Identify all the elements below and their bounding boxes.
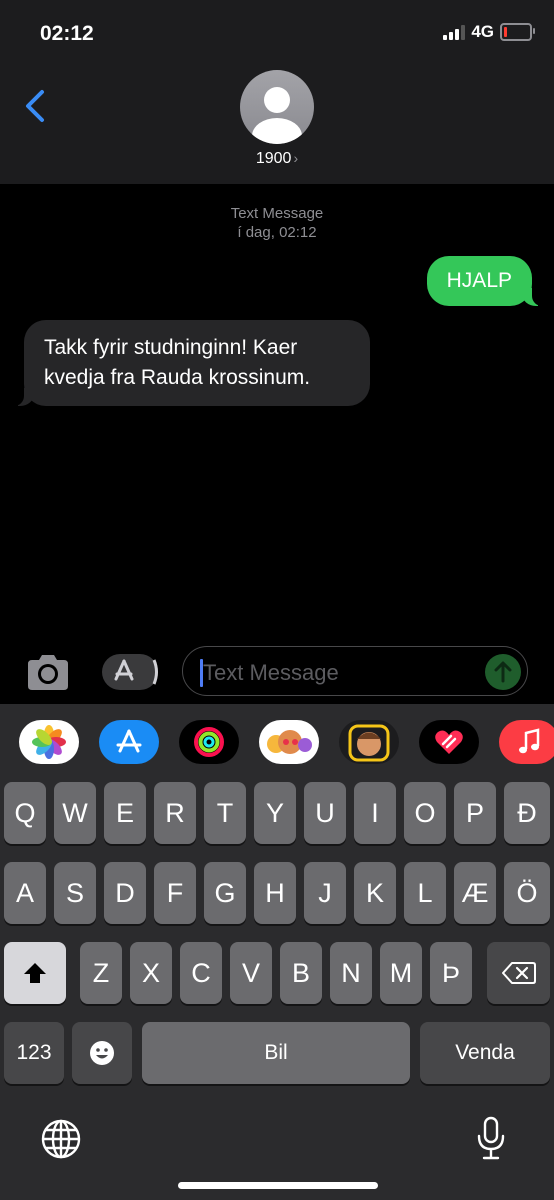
dictation-button[interactable]: [476, 1116, 506, 1162]
contact-name-button[interactable]: 1900 ›: [0, 150, 554, 168]
person-silhouette-icon: [252, 87, 302, 144]
message-input[interactable]: Text Message: [182, 646, 528, 696]
delete-key[interactable]: [487, 942, 550, 1004]
key-c[interactable]: C: [180, 942, 222, 1004]
key-p[interactable]: P: [454, 782, 496, 844]
key-m[interactable]: M: [380, 942, 422, 1004]
shift-key[interactable]: [4, 942, 66, 1004]
send-button[interactable]: [485, 654, 521, 690]
key-t[interactable]: T: [204, 782, 246, 844]
app-store-icon[interactable]: [99, 720, 159, 764]
space-key[interactable]: Bil: [142, 1022, 410, 1084]
key-o[interactable]: O: [404, 782, 446, 844]
arrow-up-icon: [494, 661, 512, 683]
app-drawer-button[interactable]: [102, 654, 158, 690]
message-input-placeholder: Text Message: [203, 660, 339, 685]
digital-touch-icon[interactable]: [419, 720, 479, 764]
camera-button[interactable]: [24, 652, 72, 692]
return-key[interactable]: Venda: [420, 1022, 550, 1084]
home-indicator: [178, 1182, 378, 1189]
battery-icon: [500, 23, 535, 41]
outgoing-message-bubble[interactable]: HJALP: [426, 256, 547, 306]
memoji-icon[interactable]: [339, 720, 399, 764]
key-l[interactable]: L: [404, 862, 446, 924]
key-r[interactable]: R: [154, 782, 196, 844]
animoji-stickers-icon[interactable]: [259, 720, 319, 764]
camera-icon: [28, 655, 68, 690]
messages-screen: 02:12 4G 1900 › Text Message í dag, 02:12: [0, 0, 554, 1200]
network-type: 4G: [471, 22, 494, 41]
key-eth[interactable]: Ð: [504, 782, 550, 844]
key-x[interactable]: X: [130, 942, 172, 1004]
key-g[interactable]: G: [204, 862, 246, 924]
service-label: Text Message: [230, 205, 324, 222]
app-store-icon: [114, 659, 158, 685]
key-k[interactable]: K: [354, 862, 396, 924]
key-u[interactable]: U: [304, 782, 346, 844]
key-v[interactable]: V: [230, 942, 272, 1004]
key-z[interactable]: Z: [80, 942, 122, 1004]
key-j[interactable]: J: [304, 862, 346, 924]
contact-avatar[interactable]: [240, 70, 314, 144]
globe-icon: [41, 1119, 81, 1159]
back-button[interactable]: [18, 86, 54, 126]
key-thorn[interactable]: Þ: [430, 942, 472, 1004]
photos-app-icon[interactable]: [19, 720, 79, 764]
key-e[interactable]: E: [104, 782, 146, 844]
key-b[interactable]: B: [280, 942, 322, 1004]
key-h[interactable]: H: [254, 862, 296, 924]
chevron-right-icon: ›: [293, 150, 299, 166]
conversation-header: 02:12 4G 1900 ›: [0, 0, 554, 184]
outgoing-message-text: HJALP: [446, 269, 512, 292]
key-w[interactable]: W: [54, 782, 96, 844]
key-s[interactable]: S: [54, 862, 96, 924]
key-ae[interactable]: Æ: [454, 862, 496, 924]
globe-button[interactable]: [40, 1118, 82, 1160]
backspace-icon: [501, 962, 536, 984]
message-timestamp: í dag, 02:12: [237, 224, 317, 241]
emoji-icon: [90, 1041, 114, 1065]
shift-arrow-icon: [24, 963, 46, 983]
music-icon[interactable]: [499, 720, 554, 764]
chevron-left-icon: [26, 90, 44, 122]
signal-strength-icon: [443, 24, 466, 40]
contact-name: 1900: [255, 150, 292, 167]
key-q[interactable]: Q: [4, 782, 46, 844]
activity-icon[interactable]: [179, 720, 239, 764]
key-y[interactable]: Y: [254, 782, 296, 844]
status-indicators: 4G: [443, 22, 535, 42]
key-o-umlaut[interactable]: Ö: [504, 862, 550, 924]
key-d[interactable]: D: [104, 862, 146, 924]
message-meta: Text Message í dag, 02:12: [0, 204, 554, 242]
key-f[interactable]: F: [154, 862, 196, 924]
incoming-message-bubble[interactable]: Takk fyrir studninginn! Kaer kvedja fra …: [10, 320, 370, 406]
keyboard: Q W E R T Y U I O P Ð A S D F G H J K L …: [0, 704, 554, 1200]
incoming-message-text: Takk fyrir studninginn! Kaer kvedja fra …: [44, 336, 311, 389]
emoji-key[interactable]: [72, 1022, 132, 1084]
numbers-key[interactable]: 123: [4, 1022, 64, 1084]
microphone-icon: [477, 1116, 505, 1160]
key-a[interactable]: A: [4, 862, 46, 924]
key-n[interactable]: N: [330, 942, 372, 1004]
status-time: 02:12: [40, 22, 94, 45]
key-i[interactable]: I: [354, 782, 396, 844]
imessage-app-strip: [0, 704, 554, 780]
